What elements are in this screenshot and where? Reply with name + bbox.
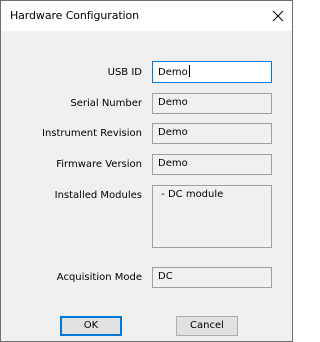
- usb-id-label: USB ID: [107, 67, 142, 78]
- hardware-configuration-dialog: Hardware Configuration USB ID Demo Seria…: [0, 0, 293, 342]
- acquisition-mode-label: Acquisition Mode: [56, 272, 142, 283]
- firmware-version-label: Firmware Version: [56, 159, 142, 170]
- serial-number-field: Demo: [152, 93, 272, 114]
- installed-modules-list[interactable]: - DC module: [152, 185, 272, 248]
- firmware-version-field: Demo: [152, 154, 272, 175]
- cancel-button[interactable]: Cancel: [176, 316, 238, 336]
- window-title: Hardware Configuration: [10, 9, 140, 22]
- text-caret: [188, 65, 190, 77]
- close-icon[interactable]: [270, 8, 286, 24]
- acquisition-mode-field: DC: [152, 267, 272, 288]
- installed-modules-label: Installed Modules: [54, 190, 142, 201]
- ok-button[interactable]: OK: [60, 316, 122, 336]
- usb-id-value: Demo: [158, 67, 188, 78]
- dialog-body: USB ID Demo Serial Number Demo Instrumen…: [1, 31, 292, 341]
- instrument-revision-field: Demo: [152, 123, 272, 144]
- usb-id-input[interactable]: Demo: [152, 61, 272, 83]
- serial-number-label: Serial Number: [70, 98, 142, 109]
- title-bar[interactable]: Hardware Configuration: [1, 1, 292, 31]
- instrument-revision-label: Instrument Revision: [42, 128, 142, 139]
